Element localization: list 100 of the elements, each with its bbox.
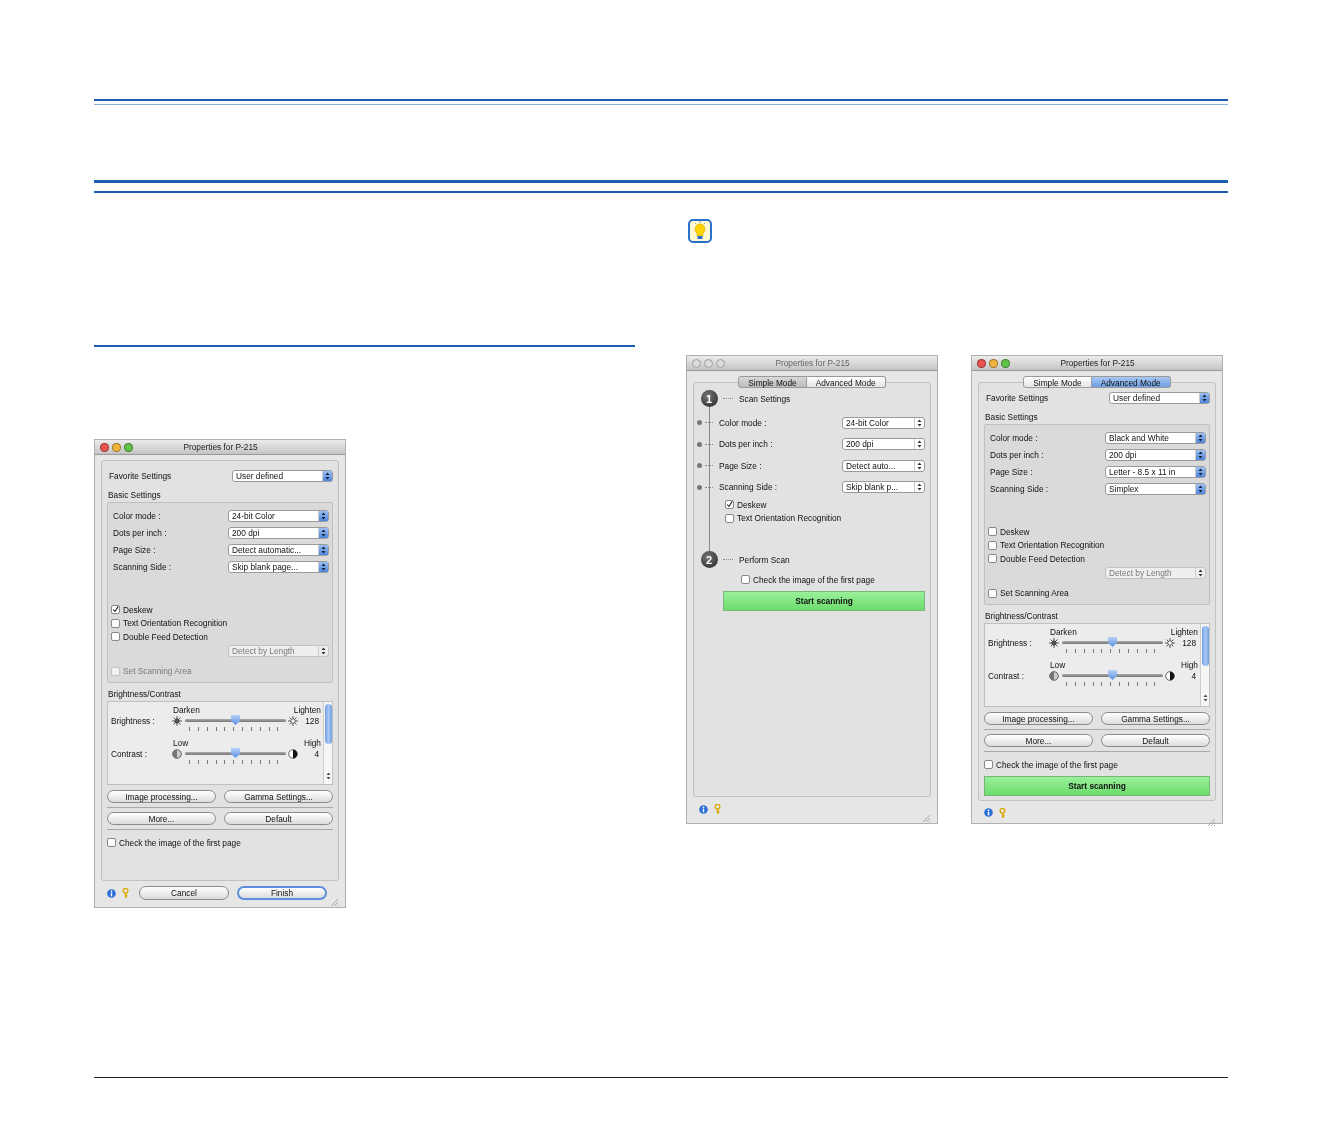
checkbox-label: Text Orientation Recognition <box>123 618 228 629</box>
sun-icon <box>172 715 182 726</box>
zoom-button[interactable] <box>1001 358 1010 368</box>
checkbox[interactable] <box>107 838 116 848</box>
footer-button[interactable]: Cancel <box>139 886 229 900</box>
minimize-button[interactable] <box>704 358 713 368</box>
slider-value: 128 <box>304 715 320 726</box>
push-button[interactable]: Image processing... <box>107 790 216 803</box>
checkbox-label: Text Orientation Recognition <box>737 513 842 524</box>
checkbox[interactable] <box>741 575 750 585</box>
up-down-arrows-icon <box>1198 450 1203 459</box>
minimize-button[interactable] <box>989 358 998 368</box>
info-icon[interactable] <box>107 888 116 898</box>
dropdown[interactable]: 24-bit Color <box>842 416 925 429</box>
push-button[interactable]: Default <box>1101 734 1210 747</box>
slider-value: 4 <box>1190 670 1197 681</box>
slider-thumb[interactable] <box>231 748 240 758</box>
close-button[interactable] <box>100 442 109 452</box>
key-icon[interactable] <box>122 888 129 898</box>
slider-high-label: High <box>1180 660 1198 670</box>
slider-thumb[interactable] <box>231 715 240 725</box>
push-button[interactable]: Image processing... <box>984 712 1093 725</box>
push-button[interactable]: Default <box>224 812 333 825</box>
footer-button[interactable]: Finish <box>237 886 327 900</box>
checkbox-label: Check the image of the first page <box>119 837 241 848</box>
step-number: 1 <box>700 390 718 407</box>
mode-tab[interactable]: Advanced Mode <box>806 376 886 388</box>
key-icon[interactable] <box>999 807 1006 818</box>
push-button[interactable]: More... <box>984 734 1093 747</box>
checkbox-label: Check the image of the first page <box>996 759 1118 770</box>
resize-grip-icon[interactable] <box>1207 817 1215 826</box>
up-down-arrows-icon <box>917 483 922 492</box>
dropdown[interactable]: Detect auto... <box>842 459 925 472</box>
checkbox[interactable] <box>988 540 997 550</box>
push-button[interactable]: Gamma Settings... <box>224 790 333 803</box>
group-title: Basic Settings <box>107 490 162 501</box>
contrast-icon <box>288 748 298 759</box>
scrollbar[interactable] <box>323 702 332 784</box>
checkbox[interactable] <box>111 618 120 628</box>
dropdown[interactable]: 200 dpi <box>1105 448 1206 461</box>
sun-icon <box>288 715 298 726</box>
dropdown[interactable]: 200 dpi <box>842 438 925 451</box>
start-scanning-button[interactable]: Start scanning <box>723 590 925 611</box>
scrollbar[interactable] <box>1200 624 1209 706</box>
contrast-icon <box>172 748 182 759</box>
info-icon[interactable] <box>699 804 708 814</box>
mode-tab[interactable]: Advanced Mode <box>1091 376 1171 388</box>
slider-low-label: Low <box>1049 660 1067 670</box>
checkbox-label: Text Orientation Recognition <box>1000 540 1105 551</box>
mode-tab[interactable]: Simple Mode <box>1023 376 1092 388</box>
resize-grip-icon[interactable] <box>922 814 930 822</box>
field-label: Page Size : <box>989 466 1033 477</box>
dropdown[interactable]: Letter - 8.5 x 11 in <box>1105 465 1206 478</box>
checkbox[interactable] <box>988 527 997 537</box>
checkbox-label: Set Scanning Area <box>123 666 192 677</box>
resize-grip-icon[interactable] <box>330 898 338 906</box>
up-down-arrows-icon <box>321 528 326 537</box>
checkbox[interactable] <box>988 588 997 598</box>
step-dot <box>697 484 702 490</box>
checkbox[interactable] <box>725 513 734 523</box>
dropdown[interactable]: Skip blank page... <box>228 560 329 573</box>
dropdown[interactable]: 200 dpi <box>228 526 329 539</box>
checkbox[interactable] <box>111 605 120 615</box>
checkbox-label: Deskew <box>737 499 767 510</box>
start-scanning-button[interactable]: Start scanning <box>984 775 1210 796</box>
dropdown[interactable]: Simplex <box>1105 482 1206 495</box>
minimize-button[interactable] <box>112 442 121 452</box>
close-button[interactable] <box>977 358 986 368</box>
slider-high-label: Lighten <box>1170 627 1198 637</box>
checkbox[interactable] <box>984 760 993 770</box>
contrast-icon <box>1165 670 1175 681</box>
push-button[interactable]: Gamma Settings... <box>1101 712 1210 725</box>
slider-value: 128 <box>1181 637 1197 648</box>
up-down-arrows-icon <box>321 647 326 655</box>
zoom-button[interactable] <box>716 358 725 368</box>
dropdown[interactable]: Skip blank p... <box>842 481 925 494</box>
dropdown[interactable]: User defined <box>232 470 333 482</box>
info-icon[interactable] <box>984 808 993 817</box>
dropdown[interactable]: Detect automatic... <box>228 543 329 556</box>
mode-tab[interactable]: Simple Mode <box>738 376 807 388</box>
dropdown[interactable]: Black and White <box>1105 431 1206 444</box>
key-icon[interactable] <box>714 804 721 814</box>
checkbox-label: Deskew <box>1000 526 1030 537</box>
dropdown[interactable]: User defined <box>1109 392 1210 404</box>
dropdown[interactable]: 24-bit Color <box>228 509 329 522</box>
up-down-arrows-icon <box>1198 484 1203 493</box>
slider-label: Contrast : <box>110 748 148 759</box>
up-down-arrows-icon <box>1198 433 1203 442</box>
slider-high-label: High <box>303 738 321 748</box>
push-button[interactable]: More... <box>107 812 216 825</box>
step-dot <box>697 463 702 469</box>
checkbox[interactable] <box>988 554 997 564</box>
checkbox[interactable] <box>725 500 734 510</box>
slider-thumb[interactable] <box>1108 670 1117 680</box>
checkbox-label: Double Feed Detection <box>123 631 208 642</box>
checkbox[interactable] <box>111 632 120 642</box>
group-title: Basic Settings <box>984 412 1039 423</box>
slider-low-label: Darken <box>1049 627 1078 637</box>
slider-thumb[interactable] <box>1108 637 1117 647</box>
zoom-button[interactable] <box>124 442 133 452</box>
